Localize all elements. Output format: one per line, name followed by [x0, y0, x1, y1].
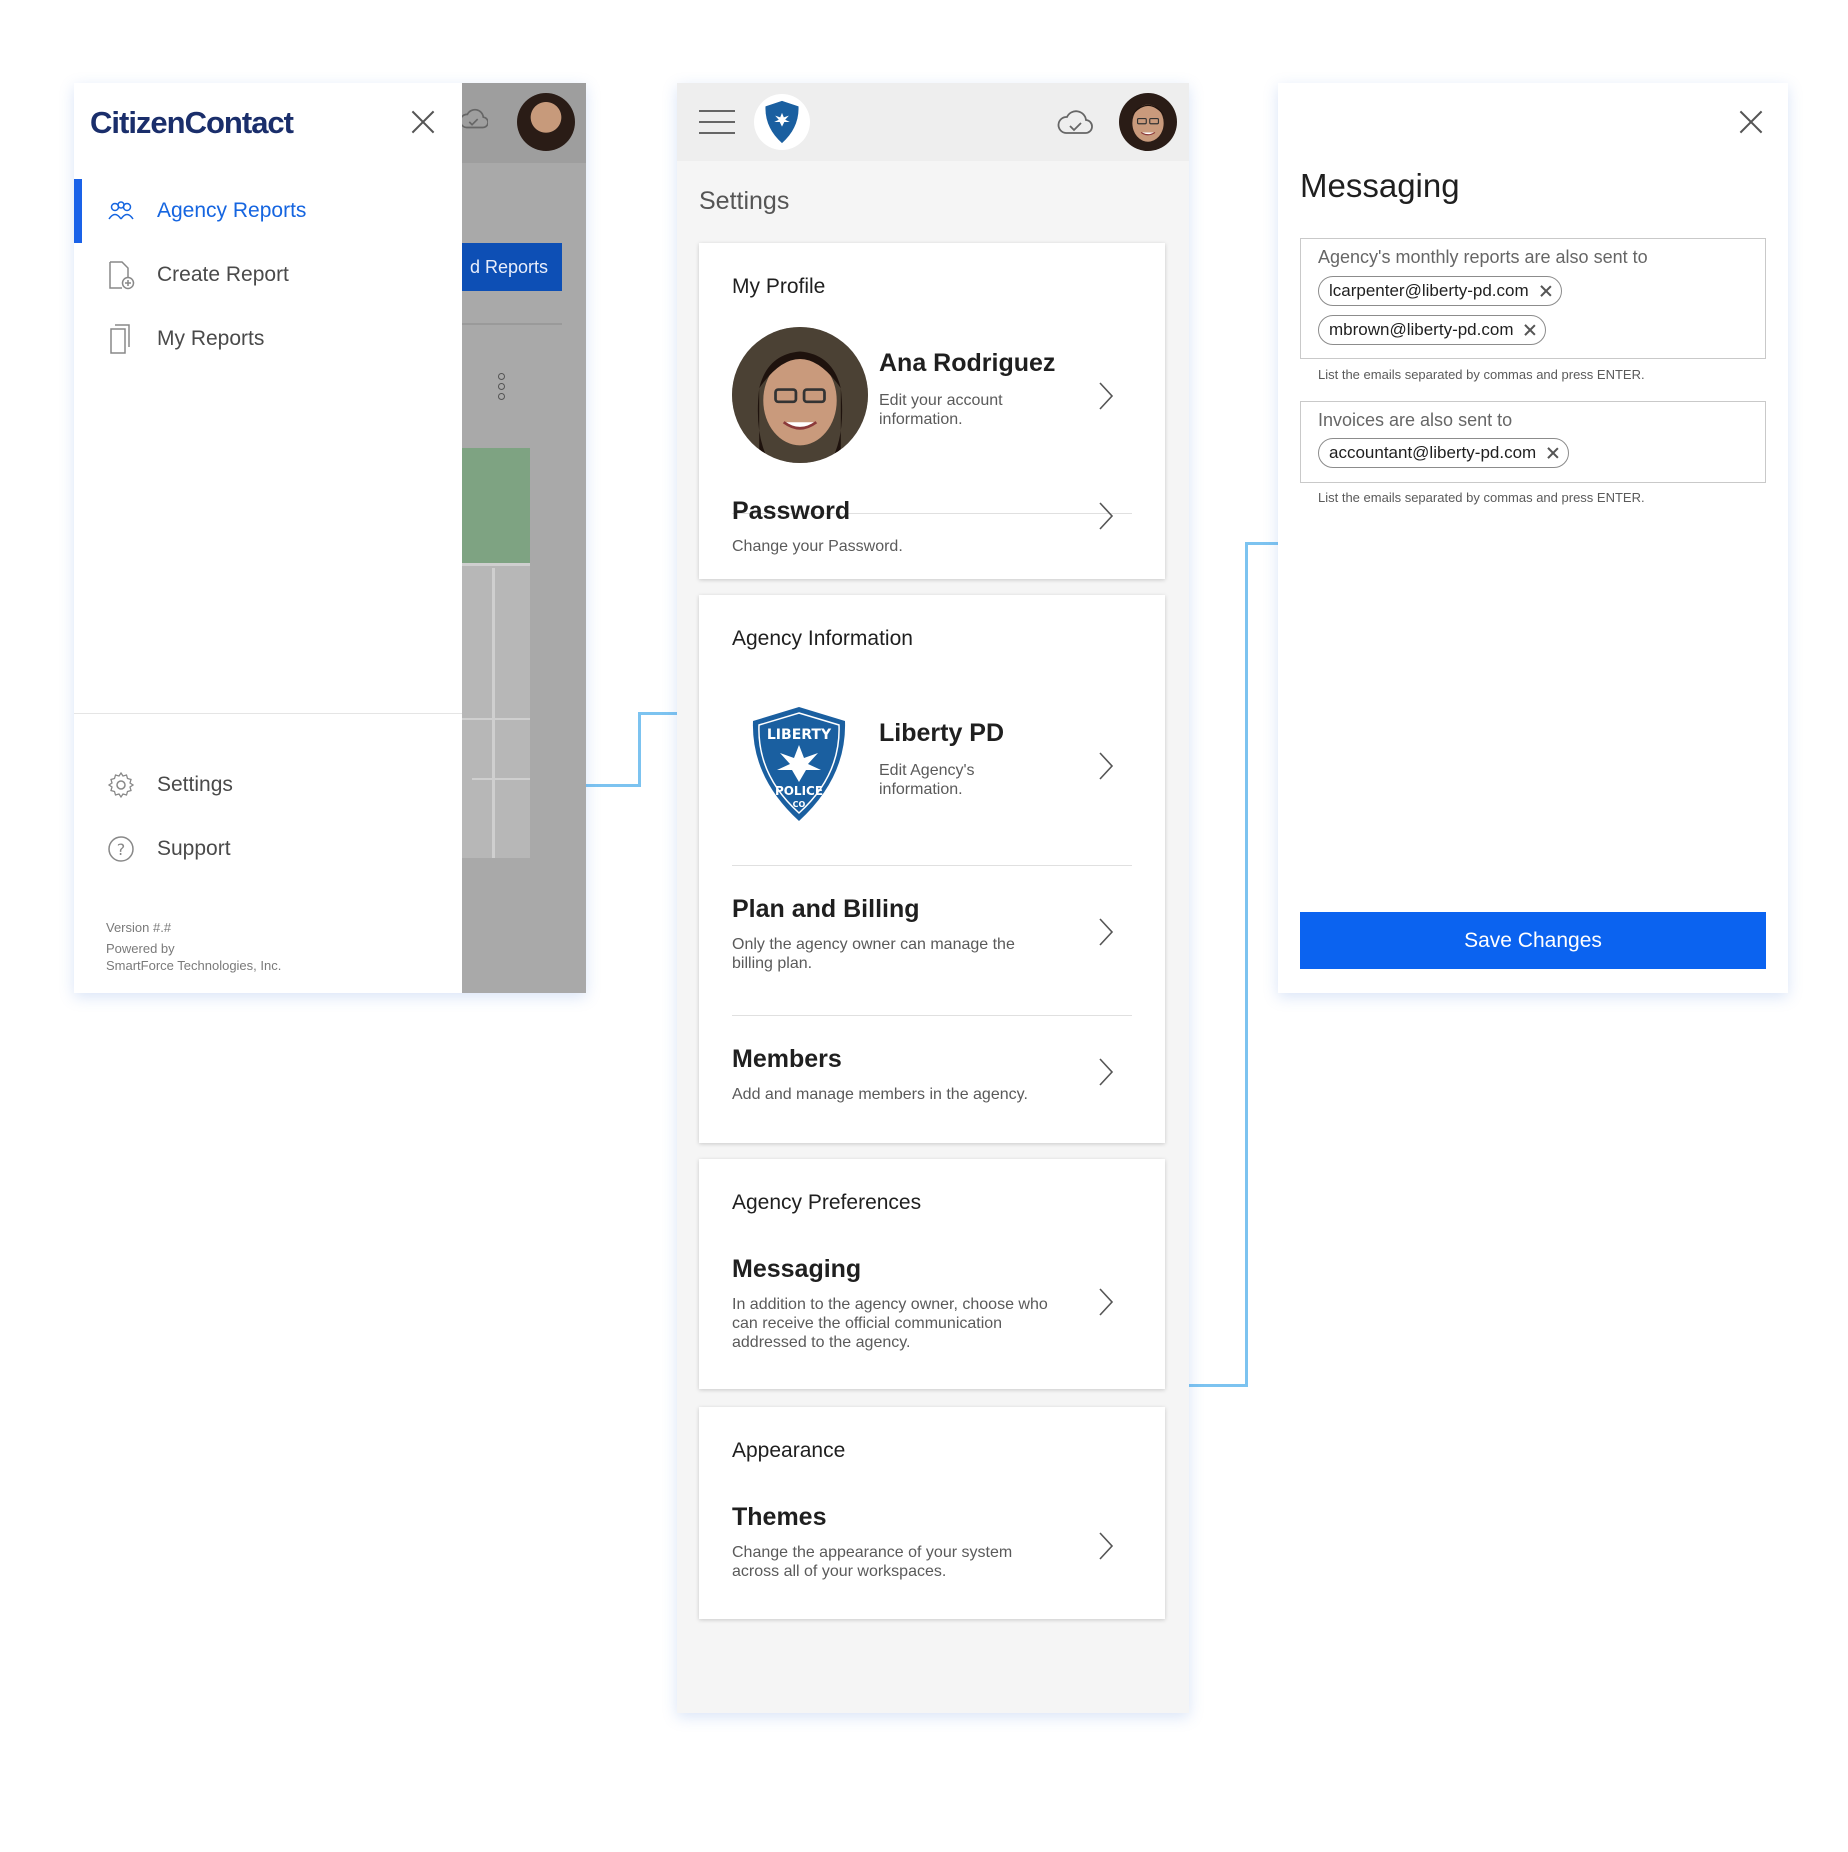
messaging-title: Messaging	[732, 1255, 862, 1283]
email-chip: lcarpenter@liberty-pd.com	[1318, 276, 1562, 306]
email-chip: accountant@liberty-pd.com	[1318, 438, 1570, 468]
dimmed-background[interactable]: d Reports	[459, 83, 586, 993]
billing-sub: Only the agency owner can manage the bil…	[732, 936, 1015, 972]
agency-row[interactable]: LIBERTY POLICE CO Liberty PD Edit Agency…	[699, 695, 1165, 855]
people-icon	[106, 196, 136, 226]
file-add-icon	[106, 260, 136, 290]
svg-text:CO: CO	[793, 800, 806, 809]
remove-email-icon[interactable]	[1539, 284, 1553, 298]
field-hint: List the emails separated by commas and …	[1318, 367, 1645, 382]
help-icon: ?	[106, 834, 136, 864]
card-heading: Appearance	[732, 1439, 846, 1462]
avatar	[517, 93, 575, 151]
nav-item-my-reports[interactable]: My Reports	[74, 307, 462, 371]
close-drawer-icon[interactable]	[410, 109, 436, 135]
password-title: Password	[732, 497, 851, 525]
liberty-police-badge-icon: LIBERTY POLICE CO	[752, 707, 846, 821]
more-vertical-icon	[498, 373, 506, 403]
messaging-row[interactable]: Messaging In addition to the agency owne…	[699, 1255, 1165, 1385]
agency-information-card: Agency Information LIBERTY POLICE CO Lib…	[699, 595, 1165, 1143]
profile-photo	[732, 327, 868, 463]
svg-text:?: ?	[117, 840, 126, 859]
themes-title: Themes	[732, 1503, 827, 1531]
nav-item-agency-reports[interactable]: Agency Reports	[74, 179, 462, 243]
invoices-recipients-field[interactable]: Invoices are also sent to accountant@lib…	[1300, 401, 1766, 483]
members-title: Members	[732, 1045, 842, 1073]
messaging-sub: In addition to the agency owner, choose …	[732, 1296, 1048, 1351]
version-info: Version #.# Powered by SmartForce Techno…	[106, 920, 282, 973]
profile-name: Ana Rodriguez	[879, 349, 1056, 377]
citizencontact-logo: CitizenContact	[90, 105, 294, 140]
remove-email-icon[interactable]	[1546, 446, 1560, 460]
chevron-right-icon	[1099, 1058, 1114, 1086]
members-sub: Add and manage members in the agency.	[732, 1086, 1028, 1103]
field-label: Agency's monthly reports are also sent t…	[1318, 247, 1648, 267]
card-heading: My Profile	[732, 275, 826, 298]
nav-item-create-report[interactable]: Create Report	[74, 243, 462, 307]
password-row[interactable]: Password Change your Password.	[699, 497, 1165, 579]
card-heading: Agency Information	[732, 627, 913, 650]
chevron-right-icon	[1099, 918, 1114, 946]
settings-panel: Settings My Profile Ana Rodriguez Edit y…	[677, 83, 1189, 1713]
connector-settings-v	[638, 712, 641, 787]
agency-name: Liberty PD	[879, 719, 1005, 747]
connector-settings-h2	[638, 712, 678, 715]
nav-label: Settings	[157, 773, 233, 796]
nav-item-settings[interactable]: Settings	[74, 753, 462, 817]
top-bar	[677, 83, 1189, 161]
monthly-reports-recipients-field[interactable]: Agency's monthly reports are also sent t…	[1300, 238, 1766, 359]
nav-label: Create Report	[157, 263, 289, 286]
gear-icon	[106, 770, 136, 800]
chevron-right-icon	[1099, 382, 1114, 410]
themes-row[interactable]: Themes Change the appearance of your sys…	[699, 1503, 1165, 1613]
remove-email-icon[interactable]	[1523, 323, 1537, 337]
navigation-drawer: CitizenContact Agency Reports Create Rep…	[74, 83, 462, 993]
billing-title: Plan and Billing	[732, 895, 920, 923]
cloud-sync-icon	[459, 108, 488, 129]
field-hint: List the emails separated by commas and …	[1318, 490, 1645, 505]
chevron-right-icon	[1099, 1288, 1114, 1316]
nav-label: Agency Reports	[157, 199, 307, 222]
themes-sub: Change the appearance of your system acr…	[732, 1544, 1013, 1580]
cloud-sync-icon[interactable]	[1055, 103, 1095, 143]
profile-row[interactable]: Ana Rodriguez Edit your account informat…	[699, 323, 1165, 468]
profile-sub: Edit your account information.	[879, 392, 1003, 428]
menu-icon[interactable]	[699, 110, 735, 134]
members-row[interactable]: Members Add and manage members in the ag…	[699, 1045, 1165, 1135]
appearance-card: Appearance Themes Change the appearance …	[699, 1407, 1165, 1619]
save-changes-button[interactable]: Save Changes	[1300, 912, 1766, 969]
messaging-panel: Messaging Agency's monthly reports are a…	[1278, 83, 1788, 993]
nav-label: My Reports	[157, 327, 265, 350]
avatar[interactable]	[1119, 93, 1177, 151]
close-icon[interactable]	[1738, 109, 1764, 135]
agency-badge-icon[interactable]	[754, 94, 810, 150]
agency-preferences-card: Agency Preferences Messaging In addition…	[699, 1159, 1165, 1389]
documents-icon	[106, 324, 136, 354]
password-sub: Change your Password.	[732, 538, 903, 555]
email-chip: mbrown@liberty-pd.com	[1318, 315, 1547, 345]
background-reports-button: d Reports	[462, 243, 562, 291]
svg-text:POLICE: POLICE	[775, 784, 823, 798]
nav-item-support[interactable]: ? Support	[74, 817, 462, 881]
menu-drawer-panel: d Reports CitizenContact Agency Reports …	[74, 83, 586, 993]
agency-sub: Edit Agency's information.	[879, 762, 975, 798]
svg-text:LIBERTY: LIBERTY	[767, 727, 832, 743]
field-label: Invoices are also sent to	[1318, 410, 1513, 430]
chevron-right-icon	[1099, 1532, 1114, 1560]
chevron-right-icon	[1099, 752, 1114, 780]
connector-messaging-v	[1245, 542, 1248, 1387]
connector-messaging-h2	[1245, 542, 1279, 545]
panel-title: Messaging	[1300, 167, 1460, 204]
card-heading: Agency Preferences	[732, 1191, 922, 1214]
nav-label: Support	[157, 837, 231, 860]
my-profile-card: My Profile Ana Rodriguez Edit your accou…	[699, 243, 1165, 579]
chevron-right-icon	[1099, 502, 1114, 530]
map-preview	[462, 448, 530, 858]
plan-billing-row[interactable]: Plan and Billing Only the agency owner c…	[699, 895, 1165, 1005]
page-title: Settings	[699, 187, 790, 215]
